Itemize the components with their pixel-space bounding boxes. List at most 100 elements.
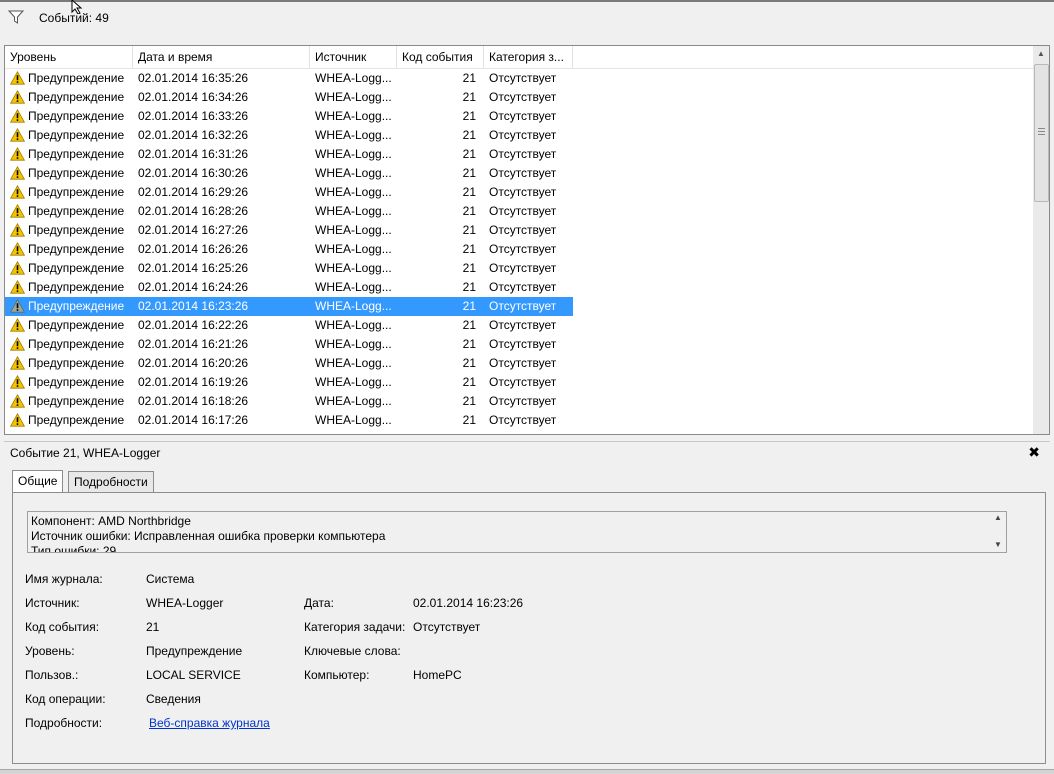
table-row[interactable]: Предупреждение 02.01.2014 16:24:26 WHEA-Lo…	[5, 278, 573, 297]
row-source: WHEA-Logg...	[315, 204, 392, 218]
row-level: Предупреждение	[28, 394, 125, 408]
table-row[interactable]: Предупреждение 02.01.2014 16:19:26 WHEA-Lo…	[5, 373, 573, 392]
table-row[interactable]: Предупреждение 02.01.2014 16:27:26 WHEA-Lo…	[5, 221, 573, 240]
description-line: Тип ошибки: 29	[31, 544, 117, 553]
row-event-id: 21	[462, 413, 476, 427]
tab-general[interactable]: Общие	[12, 470, 64, 493]
row-event-id: 21	[462, 71, 476, 85]
table-row[interactable]: Предупреждение 02.01.2014 16:34:26 WHEA-Lo…	[5, 88, 573, 107]
event-list[interactable]: Уровень Дата и время Источник Код событи…	[4, 45, 1050, 435]
event-id-label: Код события:	[25, 620, 100, 634]
row-source: WHEA-Logg...	[315, 90, 392, 104]
warning-icon	[10, 356, 25, 370]
event-description[interactable]: Компонент: AMD Northbridge Источник ошиб…	[27, 511, 1007, 553]
row-datetime: 02.01.2014 16:34:26	[138, 90, 249, 104]
table-row[interactable]: Предупреждение 02.01.2014 16:18:26 WHEA-Lo…	[5, 392, 573, 411]
row-level: Предупреждение	[28, 90, 125, 104]
table-row[interactable]: Предупреждение 02.01.2014 16:20:26 WHEA-Lo…	[5, 354, 573, 373]
scroll-up-icon[interactable]: ▲	[1033, 46, 1049, 62]
warning-icon	[10, 128, 25, 142]
table-row[interactable]: Предупреждение 02.01.2014 16:32:26 WHEA-Lo…	[5, 126, 573, 145]
column-event-id[interactable]: Код события	[397, 46, 484, 68]
mouse-cursor-icon	[71, 0, 83, 14]
help-link[interactable]: Веб-справка журнала	[149, 716, 270, 730]
row-category: Отсутствует	[489, 318, 557, 332]
log-name-value: Система	[146, 572, 195, 586]
row-event-id: 21	[462, 280, 476, 294]
table-row[interactable]: Предупреждение 02.01.2014 16:30:26 WHEA-Lo…	[5, 164, 573, 183]
table-row[interactable]: Предупреждение 02.01.2014 16:17:26 WHEA-Lo…	[5, 411, 573, 430]
table-row[interactable]: Предупреждение 02.01.2014 16:31:26 WHEA-Lo…	[5, 145, 573, 164]
date-value: 02.01.2014 16:23:26	[413, 596, 524, 610]
table-row[interactable]: Предупреждение 02.01.2014 16:26:26 WHEA-Lo…	[5, 240, 573, 259]
row-datetime: 02.01.2014 16:19:26	[138, 375, 249, 389]
row-source: WHEA-Logg...	[315, 261, 392, 275]
scroll-down-icon[interactable]: ▼	[994, 540, 1002, 549]
row-category: Отсутствует	[489, 185, 557, 199]
warning-icon	[10, 375, 25, 389]
warning-icon	[10, 299, 25, 313]
row-level: Предупреждение	[28, 337, 125, 351]
list-header: Уровень Дата и время Источник Код событи…	[5, 46, 1035, 69]
row-datetime: 02.01.2014 16:17:26	[138, 413, 249, 427]
row-event-id: 21	[462, 394, 476, 408]
scroll-thumb[interactable]	[1034, 64, 1049, 202]
row-source: WHEA-Logg...	[315, 356, 392, 370]
row-category: Отсутствует	[489, 128, 557, 142]
row-category: Отсутствует	[489, 375, 557, 389]
description-scrollbar[interactable]: ▲ ▼	[990, 512, 1006, 552]
row-datetime: 02.01.2014 16:24:26	[138, 280, 249, 294]
row-event-id: 21	[462, 261, 476, 275]
detail-header: Событие 21, WHEA-Logger ✖	[4, 441, 1050, 464]
row-category: Отсутствует	[489, 413, 557, 427]
row-source: WHEA-Logg...	[315, 128, 392, 142]
row-level: Предупреждение	[28, 166, 125, 180]
row-category: Отсутствует	[489, 299, 557, 313]
table-row[interactable]: Предупреждение 02.01.2014 16:28:26 WHEA-Lo…	[5, 202, 573, 221]
row-datetime: 02.01.2014 16:35:26	[138, 71, 249, 85]
row-source: WHEA-Logg...	[315, 413, 392, 427]
row-source: WHEA-Logg...	[315, 71, 392, 85]
table-row[interactable]: Предупреждение 02.01.2014 16:33:26 WHEA-Lo…	[5, 107, 573, 126]
scroll-up-icon[interactable]: ▲	[994, 513, 1002, 522]
table-row[interactable]: Предупреждение 02.01.2014 16:21:26 WHEA-Lo…	[5, 335, 573, 354]
row-source: WHEA-Logg...	[315, 109, 392, 123]
row-level: Предупреждение	[28, 128, 125, 142]
list-scrollbar[interactable]: ▲	[1033, 46, 1049, 434]
row-category: Отсутствует	[489, 337, 557, 351]
table-row[interactable]: Предупреждение 02.01.2014 16:25:26 WHEA-Lo…	[5, 259, 573, 278]
close-icon[interactable]: ✖	[1028, 444, 1040, 461]
table-row[interactable]: Предупреждение 02.01.2014 16:29:26 WHEA-Lo…	[5, 183, 573, 202]
row-event-id: 21	[462, 356, 476, 370]
row-datetime: 02.01.2014 16:33:26	[138, 109, 249, 123]
table-row-selected[interactable]: Предупреждение 02.01.2014 16:23:26 WHEA-Lo…	[5, 297, 573, 316]
row-datetime: 02.01.2014 16:29:26	[138, 185, 249, 199]
row-source: WHEA-Logg...	[315, 337, 392, 351]
column-level[interactable]: Уровень	[5, 46, 133, 68]
log-name-label: Имя журнала:	[25, 572, 103, 586]
row-level: Предупреждение	[28, 109, 125, 123]
warning-icon	[10, 280, 25, 294]
column-source[interactable]: Источник	[310, 46, 397, 68]
table-row[interactable]: Предупреждение 02.01.2014 16:35:26 WHEA-Lo…	[5, 69, 573, 88]
computer-label: Компьютер:	[304, 668, 370, 682]
detail-title: Событие 21, WHEA-Logger	[10, 446, 161, 460]
column-datetime[interactable]: Дата и время	[133, 46, 310, 68]
row-category: Отсутствует	[489, 394, 557, 408]
row-event-id: 21	[462, 337, 476, 351]
row-category: Отсутствует	[489, 261, 557, 275]
filter-icon[interactable]	[8, 10, 24, 24]
row-category: Отсутствует	[489, 71, 557, 85]
tab-details[interactable]: Подробности	[68, 471, 154, 493]
task-category-label: Категория задачи:	[304, 620, 406, 634]
column-category[interactable]: Категория з...	[484, 46, 573, 68]
row-category: Отсутствует	[489, 242, 557, 256]
computer-value: HomePC	[413, 668, 462, 682]
warning-icon	[10, 318, 25, 332]
warning-icon	[10, 109, 25, 123]
warning-icon	[10, 90, 25, 104]
keywords-label: Ключевые слова:	[304, 644, 401, 658]
row-datetime: 02.01.2014 16:21:26	[138, 337, 249, 351]
table-row[interactable]: Предупреждение 02.01.2014 16:22:26 WHEA-Lo…	[5, 316, 573, 335]
row-level: Предупреждение	[28, 185, 125, 199]
